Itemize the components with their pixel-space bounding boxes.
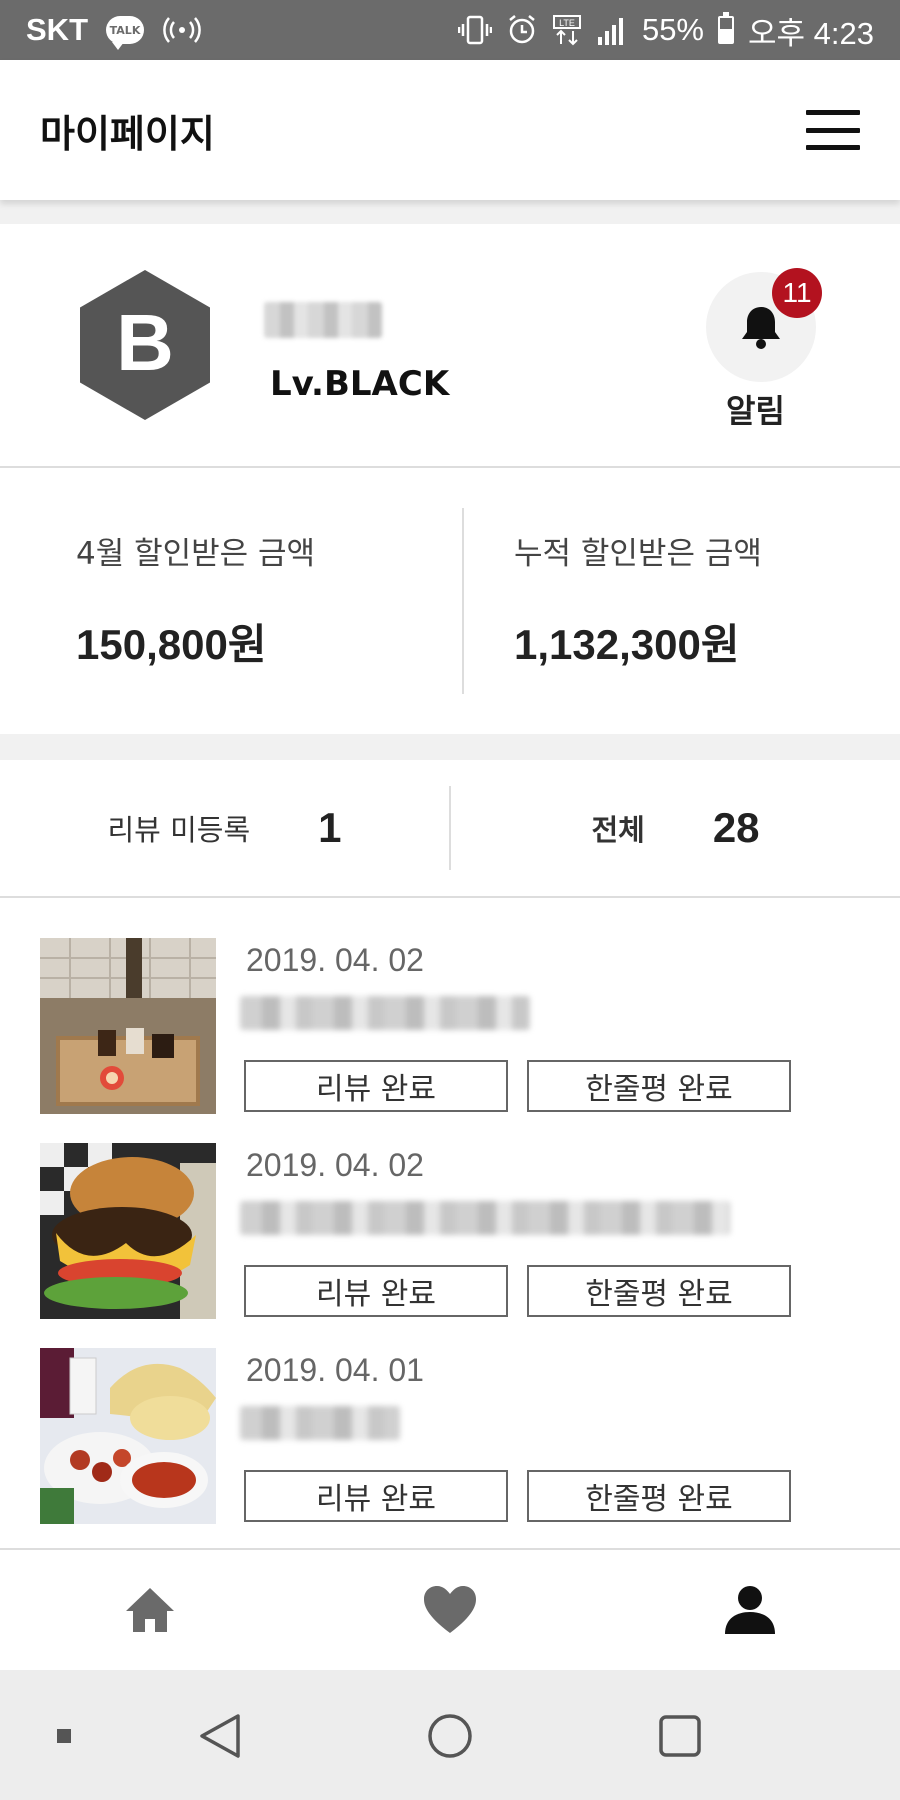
store-name-redacted: [240, 1406, 400, 1440]
bottom-nav: [0, 1548, 900, 1670]
order-date: 2019. 04. 01: [246, 1352, 424, 1388]
battery-fill: [720, 28, 732, 42]
total-discount-label: 누적 할인받은 금액: [514, 536, 762, 572]
monthly-discount: 4월 할인받은 금액 150,800원: [0, 470, 462, 734]
all-orders-filter[interactable]: 전체 28: [449, 786, 900, 870]
store-name-redacted: [240, 1201, 730, 1235]
member-level: Lv.BLACK: [270, 364, 450, 404]
nav-home[interactable]: [0, 1585, 300, 1635]
unregistered-review-filter[interactable]: 리뷰 미등록 1: [0, 786, 449, 870]
oneline-review-complete-button[interactable]: 한줄평 완료: [527, 1470, 791, 1522]
review-count-bar: 리뷰 미등록 1 전체 28: [0, 760, 900, 898]
order-list: 2019. 04. 02 리뷰 완료 한줄평 완료 2019. 04. 02 리…: [0, 900, 900, 1548]
menu-line: [806, 110, 860, 115]
unregistered-review-label: 리뷰 미등록: [107, 813, 251, 847]
battery-percent: 55%: [641, 12, 704, 47]
store-name-redacted: [240, 996, 530, 1030]
level-badge-icon: B: [80, 270, 210, 420]
total-discount-amount: 1,132,300원: [514, 621, 740, 668]
system-nav-bar: [0, 1670, 900, 1800]
signal-icon: [596, 15, 628, 45]
list-item[interactable]: 2019. 04. 02 리뷰 완료 한줄평 완료: [0, 1105, 900, 1319]
heart-icon: [424, 1586, 476, 1633]
total-discount: 누적 할인받은 금액 1,132,300원: [462, 508, 900, 694]
kakaotalk-icon: TALK: [106, 16, 144, 50]
home-icon: [126, 1588, 174, 1632]
badge-letter: B: [116, 298, 174, 387]
section-divider: [0, 734, 900, 760]
profile-section: B Lv.BLACK 11 알림: [0, 224, 900, 468]
home-circle-icon[interactable]: [426, 1712, 474, 1760]
order-date: 2019. 04. 02: [246, 942, 424, 978]
all-orders-count: 28: [712, 804, 760, 851]
notification-count-badge: 11: [772, 268, 822, 318]
nav-favorites[interactable]: [300, 1585, 600, 1635]
order-date: 2019. 04. 02: [246, 1147, 424, 1183]
bell-icon: [742, 307, 780, 349]
battery-icon: [718, 12, 734, 44]
lte-icon: LTE: [552, 14, 582, 46]
back-icon[interactable]: [196, 1710, 244, 1762]
all-orders-label: 전체: [591, 813, 645, 847]
indian-food-photo[interactable]: [40, 1348, 216, 1524]
page-title: 마이페이지: [40, 111, 215, 156]
app-header: 마이페이지: [0, 60, 900, 200]
list-item[interactable]: 2019. 04. 01 리뷰 완료 한줄평 완료: [0, 1310, 900, 1524]
discount-summary: 4월 할인받은 금액 150,800원 누적 할인받은 금액 1,132,300…: [0, 470, 900, 734]
hamburger-menu-icon[interactable]: [806, 110, 860, 150]
recent-dot-icon[interactable]: [56, 1728, 72, 1744]
alarm-icon: [506, 14, 538, 46]
monthly-discount-amount: 150,800원: [76, 621, 267, 668]
notification-button[interactable]: 11: [706, 268, 822, 382]
username-redacted: [264, 302, 382, 338]
nav-mypage[interactable]: [600, 1584, 900, 1636]
overview-square-icon[interactable]: [658, 1714, 702, 1758]
person-icon: [725, 1586, 775, 1634]
monthly-discount-label: 4월 할인받은 금액: [76, 536, 316, 572]
notification-label[interactable]: 알림: [726, 386, 785, 432]
status-bar: SKT TALK LTE 55% 오후 4:23: [0, 0, 900, 60]
carrier-label: SKT: [26, 12, 88, 47]
menu-line: [806, 127, 860, 133]
section-divider: [0, 200, 900, 224]
lte-label: LTE: [559, 18, 575, 28]
review-complete-button[interactable]: 리뷰 완료: [244, 1470, 508, 1522]
list-item[interactable]: 2019. 04. 02 리뷰 완료 한줄평 완료: [0, 900, 900, 1114]
menu-line: [806, 145, 860, 150]
dessert-cafe-photo[interactable]: [40, 938, 216, 1114]
clock: 오후 4:23: [748, 15, 874, 51]
unregistered-review-count: 1: [318, 804, 342, 851]
vibrate-icon: [457, 14, 492, 46]
wifi-hotspot-icon: [162, 14, 202, 46]
cheeseburger-photo[interactable]: [40, 1143, 216, 1319]
